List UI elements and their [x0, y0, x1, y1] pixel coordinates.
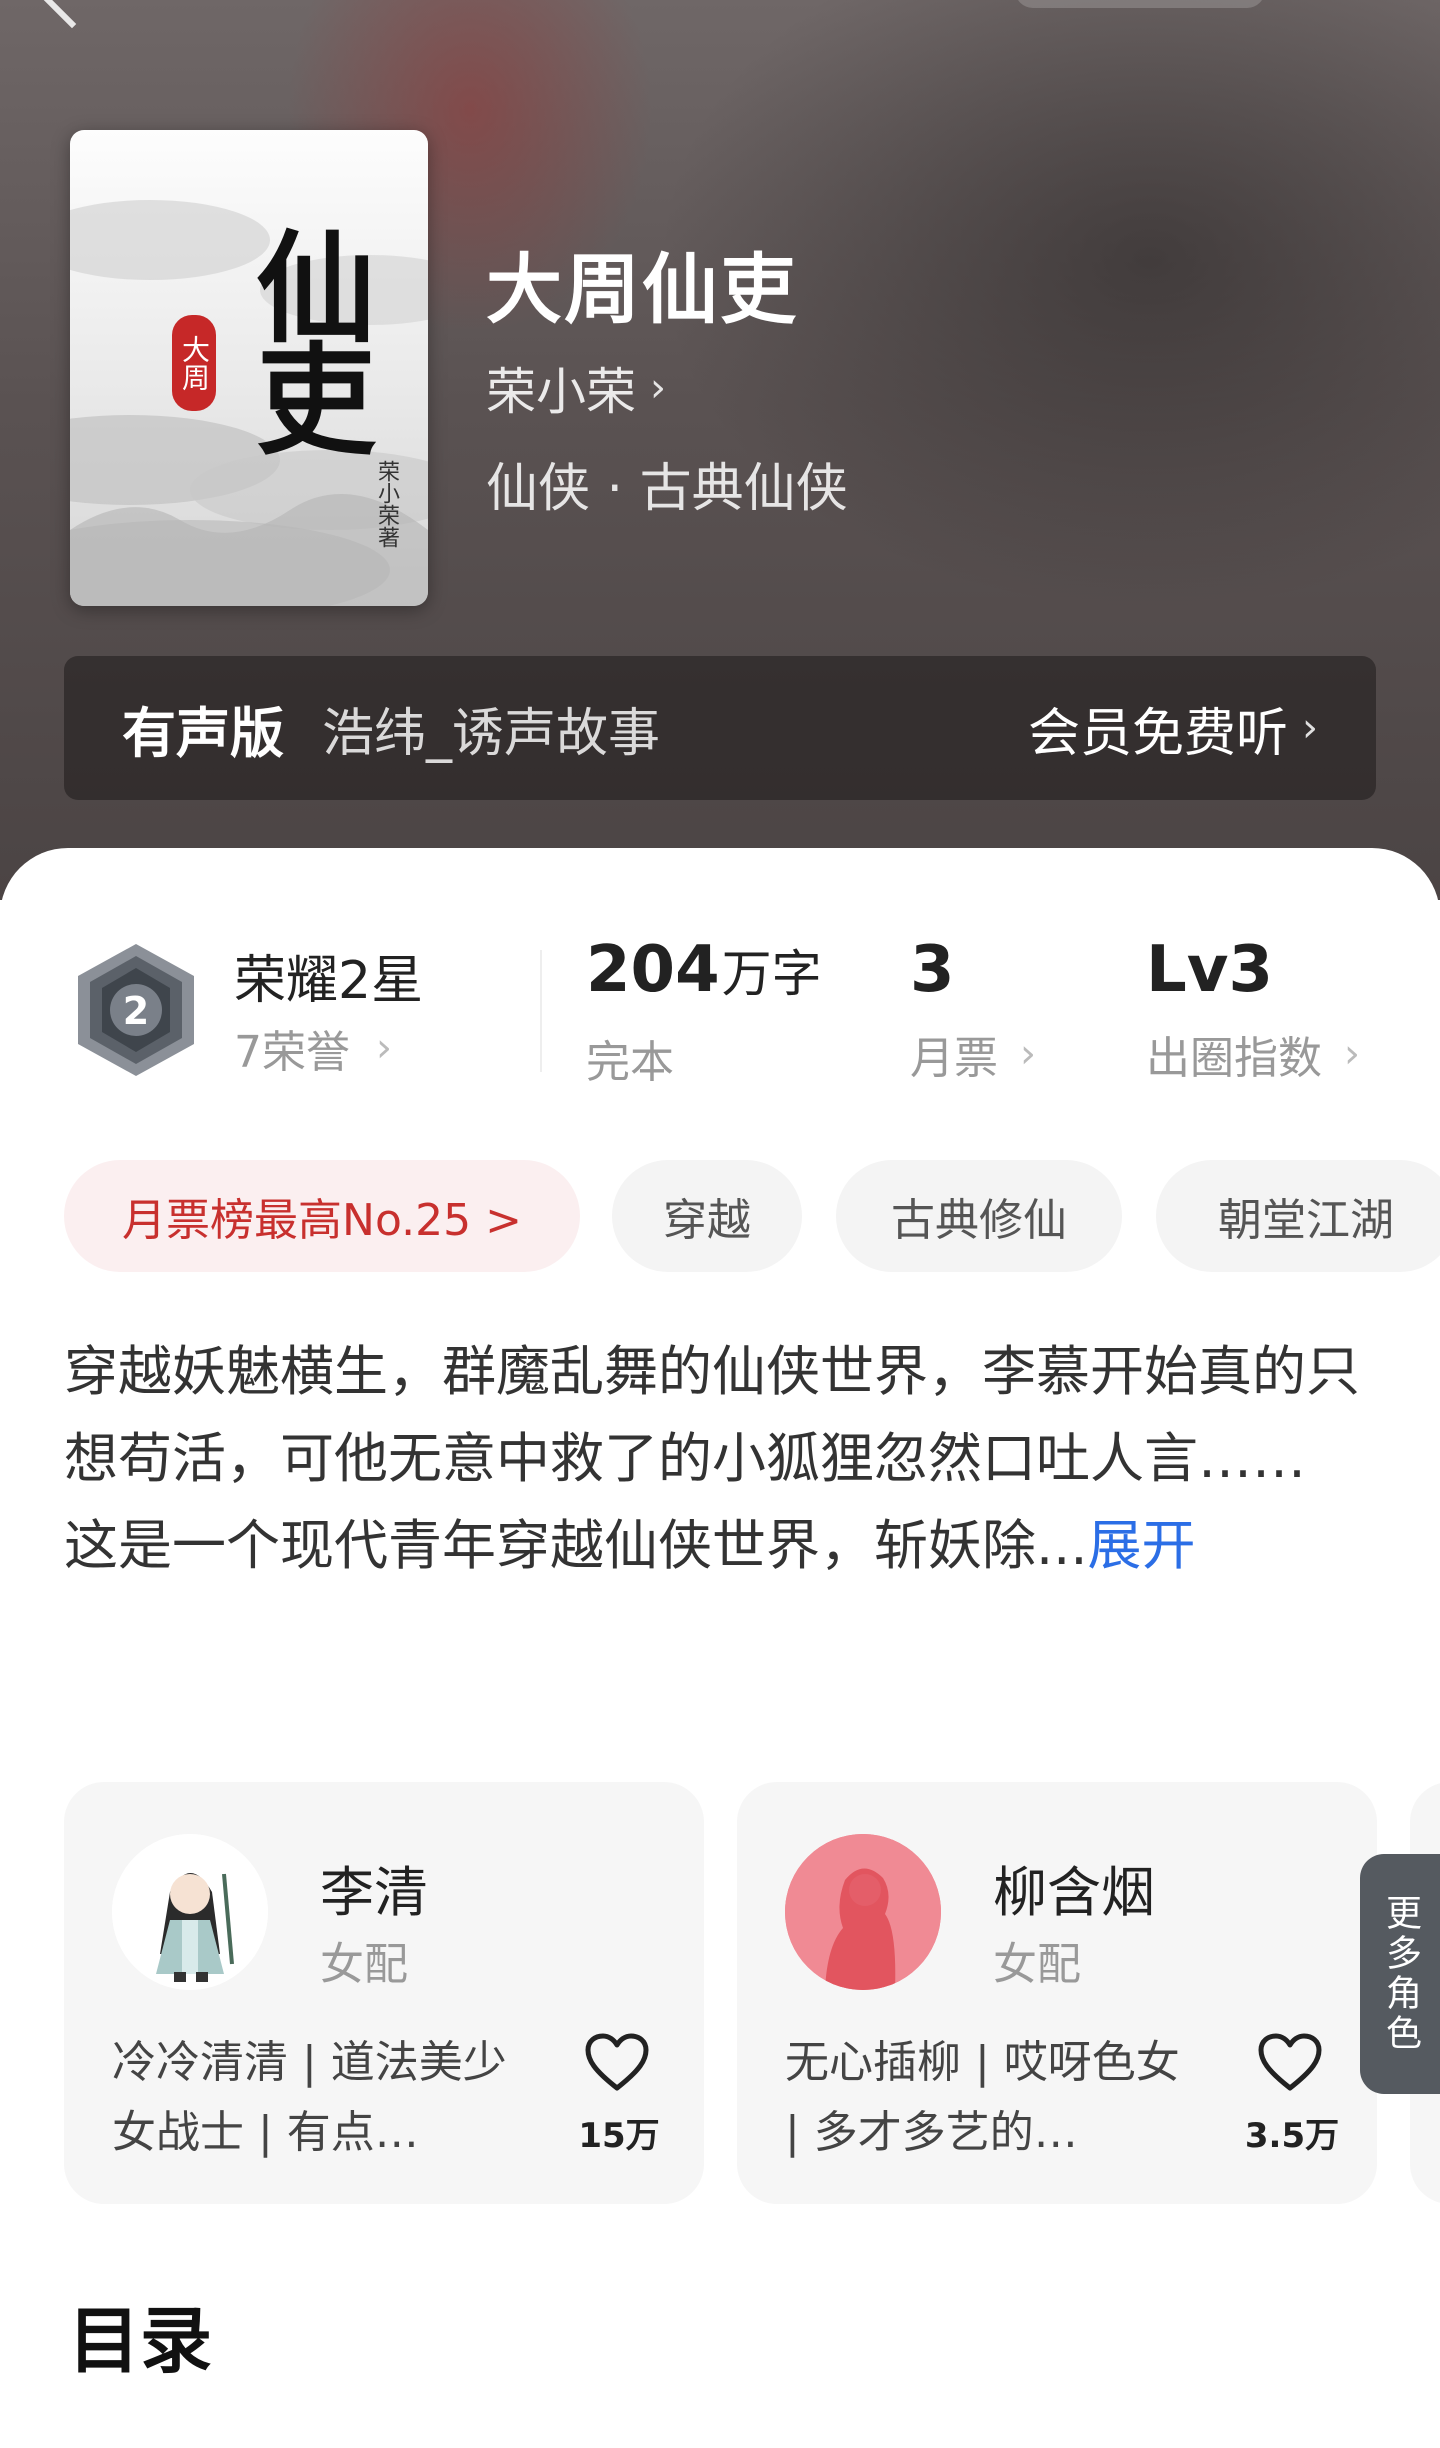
book-cover[interactable]: 仙吏 大周 荣小荣著 — [70, 130, 428, 606]
character-card[interactable]: 李清 女配 冷冷清清 | 道法美少女战士 | 有点… 15万 — [64, 1782, 704, 2204]
honor-points-label: 7荣誉 — [234, 1027, 350, 1078]
character-desc: 无心插柳 | 哎呀色女 | 多才多艺的… — [785, 2037, 1180, 2158]
audio-label: 有声版 — [122, 701, 284, 765]
expand-link[interactable]: 展开 — [1088, 1514, 1196, 1577]
book-title: 大周仙吏 — [486, 245, 798, 334]
author-name: 荣小荣 — [486, 363, 636, 421]
word-count-stat: 204万字 完本 — [586, 930, 822, 1090]
influence-value: Lv3 — [1146, 933, 1274, 1007]
tag-row: 月票榜最高No.25 > 穿越 古典修仙 朝堂江湖 — [64, 1160, 1440, 1272]
chevron-right-icon: › — [1020, 1031, 1036, 1077]
chevron-right-icon: › — [650, 365, 666, 411]
character-avatar — [785, 1834, 941, 1990]
character-desc: 冷冷清清 | 道法美少女战士 | 有点… — [112, 2037, 507, 2158]
heart-icon[interactable] — [584, 2032, 650, 2092]
book-genre: 仙侠 · 古典仙侠 — [486, 459, 848, 519]
word-count: 204 — [586, 933, 720, 1007]
tag-chip[interactable]: 穿越 — [612, 1160, 802, 1272]
chevron-right-icon: › — [1344, 1031, 1360, 1077]
honor-badge-icon[interactable]: 2 — [70, 940, 202, 1080]
word-unit: 万字 — [721, 945, 822, 1003]
tag-chip[interactable]: 朝堂江湖 — [1156, 1160, 1440, 1272]
stats-divider — [540, 950, 542, 1072]
synopsis-text-2: 这是一个现代青年穿越仙侠世界，斩妖除... — [64, 1514, 1088, 1577]
honor-title[interactable]: 荣耀2星 — [234, 938, 423, 1013]
character-name: 李清 — [320, 1861, 428, 1924]
honor-points[interactable]: 7荣誉 › — [234, 1016, 392, 1080]
more-characters-button[interactable]: 更多角色 — [1360, 1854, 1440, 2094]
author-link[interactable]: 荣小荣 › — [486, 352, 666, 424]
character-name: 柳含烟 — [993, 1861, 1155, 1924]
like-count: 3.5万 — [1244, 2116, 1340, 2156]
monthly-ticket-label: 月票 — [910, 1033, 998, 1084]
tag-chip[interactable]: 古典修仙 — [836, 1160, 1122, 1272]
like-count: 15万 — [578, 2116, 660, 2156]
audio-version-bar[interactable]: 有声版 浩纬_诱声故事 会员免费听 › — [64, 656, 1376, 800]
listen-free-button[interactable]: 会员免费听 › — [1028, 691, 1318, 766]
stats-row: 2 荣耀2星 7荣誉 › 204万字 完本 3 月票 › Lv3 出圈指数 › — [0, 920, 1440, 1100]
influence-label: 出圈指数 — [1146, 1033, 1322, 1084]
listen-free-label: 会员免费听 — [1027, 703, 1288, 764]
heart-icon[interactable] — [1257, 2032, 1323, 2092]
silhouette-avatar-art — [785, 1834, 941, 1990]
character-card[interactable]: 柳含烟 女配 无心插柳 | 哎呀色女 | 多才多艺的… 3.5万 — [737, 1782, 1377, 2204]
honor-level-number: 2 — [123, 989, 149, 1033]
chibi-character-art — [112, 1834, 268, 1990]
monthly-ticket-count: 3 — [910, 933, 955, 1007]
character-avatar — [112, 1834, 268, 1990]
influence-stat[interactable]: Lv3 出圈指数 › — [1146, 930, 1360, 1086]
cover-calligraphy: 仙吏 — [235, 225, 376, 449]
monthly-ticket-stat[interactable]: 3 月票 › — [910, 930, 1036, 1086]
synopsis-text: 穿越妖魅横生，群魔乱舞的仙侠世界，李慕开始真的只想苟活，可他无意中救了的小狐狸忽… — [64, 1340, 1360, 1490]
chevron-right-icon: › — [376, 1025, 392, 1071]
cover-author: 荣小荣著 — [374, 460, 399, 548]
character-role: 女配 — [993, 1939, 1081, 1990]
table-of-contents-heading: 目录 — [68, 2299, 213, 2383]
rank-tag[interactable]: 月票榜最高No.25 > — [64, 1160, 580, 1272]
character-role: 女配 — [320, 1939, 408, 1990]
synopsis[interactable]: 穿越妖魅横生，群魔乱舞的仙侠世界，李慕开始真的只想苟活，可他无意中救了的小狐狸忽… — [64, 1328, 1384, 1589]
top-action-pill[interactable] — [1015, 0, 1265, 8]
chevron-right-icon: › — [1302, 705, 1318, 751]
audio-narrator: 浩纬_诱声故事 — [322, 703, 661, 764]
completion-status: 完本 — [586, 1037, 674, 1088]
cover-seal: 大周 — [172, 315, 216, 411]
